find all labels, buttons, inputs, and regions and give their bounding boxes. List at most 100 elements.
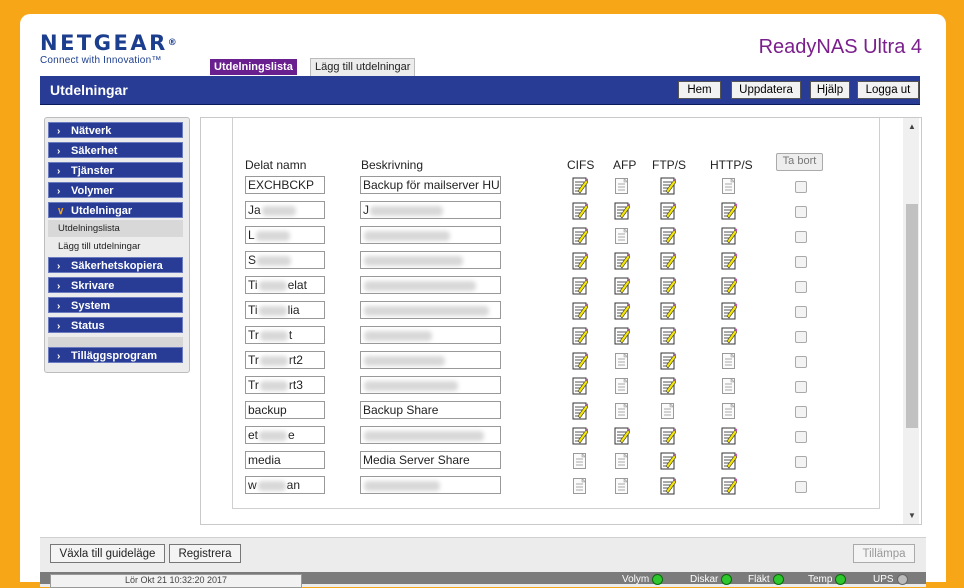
cifs-enabled-icon[interactable] [572,327,588,345]
ftp-enabled-icon[interactable] [660,177,676,195]
scroll-up-icon[interactable]: ▲ [906,122,918,131]
share-name-field[interactable]: Ti elat [245,276,325,294]
share-name-field[interactable]: Ti lia [245,301,325,319]
afp-enabled-icon[interactable] [614,202,630,220]
share-description-field[interactable]: Backup för mailserver HU [360,176,501,194]
tab-share-list[interactable]: Utdelningslista [210,59,297,75]
http-enabled-icon[interactable] [721,227,737,245]
cifs-disabled-icon[interactable] [572,452,588,470]
remove-checkbox[interactable] [795,256,807,268]
remove-checkbox[interactable] [795,206,807,218]
cifs-enabled-icon[interactable] [572,377,588,395]
cifs-enabled-icon[interactable] [572,202,588,220]
afp-disabled-icon[interactable] [614,477,630,495]
cifs-enabled-icon[interactable] [572,402,588,420]
ftp-enabled-icon[interactable] [660,427,676,445]
share-description-field[interactable] [360,276,501,294]
share-name-field[interactable]: S [245,251,325,269]
afp-enabled-icon[interactable] [614,302,630,320]
cifs-enabled-icon[interactable] [572,252,588,270]
share-description-field[interactable] [360,351,501,369]
afp-disabled-icon[interactable] [614,352,630,370]
refresh-button[interactable]: Uppdatera [731,81,801,99]
share-description-field[interactable] [360,251,501,269]
home-button[interactable]: Hem [678,81,721,99]
share-description-field[interactable] [360,301,501,319]
share-name-field[interactable]: Tr rt3 [245,376,325,394]
http-disabled-icon[interactable] [721,177,737,195]
remove-checkbox[interactable] [795,381,807,393]
http-enabled-icon[interactable] [721,252,737,270]
share-description-field[interactable] [360,476,501,494]
http-enabled-icon[interactable] [721,427,737,445]
share-description-field[interactable] [360,426,501,444]
http-disabled-icon[interactable] [721,352,737,370]
share-name-field[interactable]: Tr t [245,326,325,344]
share-description-field[interactable]: Backup Share [360,401,501,419]
sidebar-item-network[interactable]: › Nätverk [48,122,183,138]
afp-disabled-icon[interactable] [614,377,630,395]
http-enabled-icon[interactable] [721,202,737,220]
afp-enabled-icon[interactable] [614,277,630,295]
remove-checkbox[interactable] [795,356,807,368]
remove-checkbox[interactable] [795,181,807,193]
share-name-field[interactable]: w an [245,476,325,494]
scroll-down-icon[interactable]: ▼ [906,511,918,520]
apply-button[interactable]: Tillämpa [853,544,915,563]
afp-disabled-icon[interactable] [614,227,630,245]
sidebar-item-security[interactable]: › Säkerhet [48,142,183,158]
remove-button[interactable]: Ta bort [776,153,823,171]
http-disabled-icon[interactable] [721,377,737,395]
remove-checkbox[interactable] [795,481,807,493]
ftp-enabled-icon[interactable] [660,377,676,395]
afp-enabled-icon[interactable] [614,252,630,270]
ftp-disabled-icon[interactable] [660,402,676,420]
share-description-field[interactable] [360,326,501,344]
cifs-enabled-icon[interactable] [572,302,588,320]
help-button[interactable]: Hjälp [810,81,850,99]
afp-disabled-icon[interactable] [614,452,630,470]
share-name-field[interactable]: Tr rt2 [245,351,325,369]
http-enabled-icon[interactable] [721,302,737,320]
afp-enabled-icon[interactable] [614,427,630,445]
afp-enabled-icon[interactable] [614,327,630,345]
share-name-field[interactable]: L [245,226,325,244]
share-name-field[interactable]: EXCHBCKP [245,176,325,194]
tab-add-shares[interactable]: Lägg till utdelningar [310,58,416,77]
afp-disabled-icon[interactable] [614,177,630,195]
share-name-field[interactable]: media [245,451,325,469]
http-enabled-icon[interactable] [721,277,737,295]
remove-checkbox[interactable] [795,456,807,468]
cifs-enabled-icon[interactable] [572,277,588,295]
http-disabled-icon[interactable] [721,402,737,420]
share-description-field[interactable] [360,226,501,244]
remove-checkbox[interactable] [795,281,807,293]
afp-disabled-icon[interactable] [614,402,630,420]
cifs-enabled-icon[interactable] [572,177,588,195]
share-description-field[interactable]: Media Server Share [360,451,501,469]
remove-checkbox[interactable] [795,306,807,318]
ftp-enabled-icon[interactable] [660,327,676,345]
guide-mode-button[interactable]: Växla till guideläge [50,544,165,563]
cifs-enabled-icon[interactable] [572,227,588,245]
http-enabled-icon[interactable] [721,452,737,470]
logout-button[interactable]: Logga ut [857,81,919,99]
ftp-enabled-icon[interactable] [660,227,676,245]
remove-checkbox[interactable] [795,231,807,243]
cifs-disabled-icon[interactable] [572,477,588,495]
share-name-field[interactable]: backup [245,401,325,419]
http-enabled-icon[interactable] [721,327,737,345]
share-name-field[interactable]: et e [245,426,325,444]
remove-checkbox[interactable] [795,331,807,343]
cifs-enabled-icon[interactable] [572,427,588,445]
share-description-field[interactable] [360,376,501,394]
remove-checkbox[interactable] [795,406,807,418]
share-description-field[interactable]: J [360,201,501,219]
http-enabled-icon[interactable] [721,477,737,495]
ftp-enabled-icon[interactable] [660,277,676,295]
ftp-enabled-icon[interactable] [660,352,676,370]
cifs-enabled-icon[interactable] [572,352,588,370]
ftp-enabled-icon[interactable] [660,477,676,495]
ftp-enabled-icon[interactable] [660,252,676,270]
ftp-enabled-icon[interactable] [660,302,676,320]
